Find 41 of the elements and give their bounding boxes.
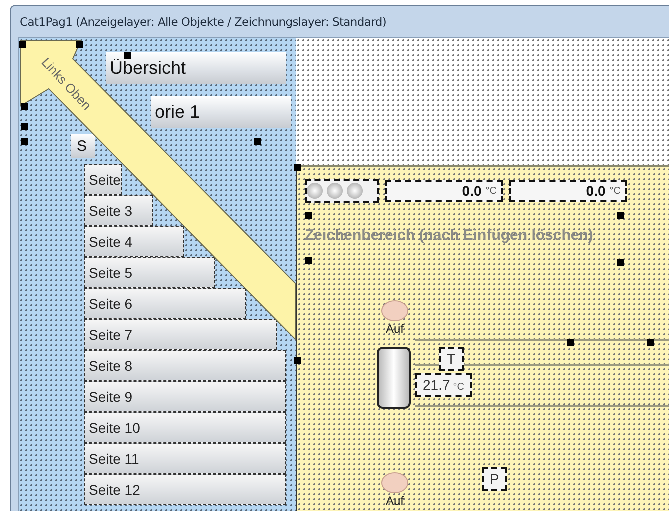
page-button[interactable]: Seite 7 — [84, 319, 277, 350]
selection-handle[interactable] — [305, 212, 312, 219]
selection-handle[interactable] — [76, 41, 83, 48]
selection-handle[interactable] — [21, 123, 28, 130]
page-button[interactable]: Seite 11 — [84, 443, 286, 474]
valve-icon — [381, 472, 409, 494]
selection-handle[interactable] — [617, 259, 624, 266]
page-button[interactable]: Seite 12 — [84, 474, 286, 505]
selection-handle[interactable] — [617, 212, 624, 219]
window-title: Cat1Pag1 (Anzeigelayer: Alle Objekte / Zeichnungslayer: Standard) — [19, 14, 388, 30]
selection-handle[interactable] — [19, 41, 26, 48]
canvas-caption: Zeichenbereich (nach Einfügen löschen) — [305, 227, 594, 244]
valve-label: Auf — [386, 494, 404, 508]
temperature-readout: 0.0 °C — [509, 180, 627, 202]
selection-handle[interactable] — [305, 257, 312, 264]
page-button[interactable]: Seite 8 — [84, 350, 286, 381]
valve-icon — [381, 300, 409, 322]
page-button[interactable]: Seite 3 — [84, 195, 153, 226]
selection-handle[interactable] — [567, 339, 574, 346]
valve-label: Auf — [386, 322, 404, 336]
nav-button[interactable]: S — [71, 134, 95, 158]
page-button[interactable]: Seite 5 — [84, 257, 215, 288]
nav-button[interactable]: orie 1 — [151, 96, 291, 128]
nav-button[interactable]: Übersicht — [106, 52, 286, 84]
page-button[interactable]: Seite 4 — [84, 226, 184, 257]
pump-tag: P — [482, 467, 508, 491]
temperature-readout: 21.7 °C — [415, 373, 472, 397]
selection-handle[interactable] — [647, 339, 654, 346]
page-button[interactable]: Seite 9 — [84, 381, 286, 412]
sensor-tag: T — [439, 347, 464, 371]
tank-drawing — [377, 347, 411, 409]
page-button[interactable]: Seite — [84, 164, 122, 195]
selection-handle[interactable] — [294, 357, 301, 364]
selection-handle[interactable] — [124, 52, 131, 59]
selection-handle[interactable] — [21, 103, 28, 110]
page-button[interactable]: Seite 10 — [84, 412, 286, 443]
selection-handle[interactable] — [294, 164, 301, 171]
selection-handle[interactable] — [21, 138, 28, 145]
selection-handle[interactable] — [254, 138, 261, 145]
page-button[interactable]: Seite 6 — [84, 288, 246, 319]
temperature-readout: 0.0 °C — [385, 180, 503, 202]
